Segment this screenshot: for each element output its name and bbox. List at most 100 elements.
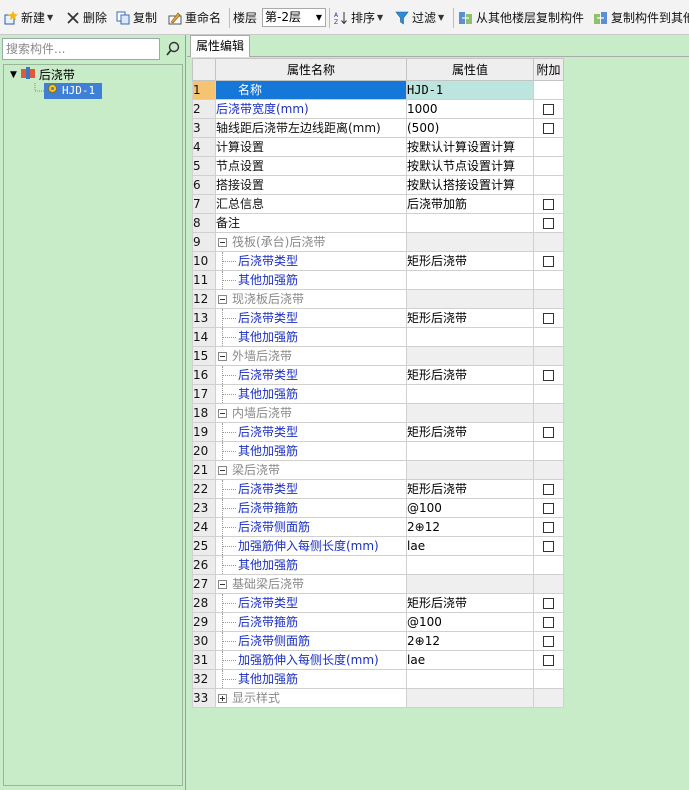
additional-checkbox[interactable] (543, 655, 554, 666)
property-row[interactable]: 4 计算设置 按默认计算设置计算 (192, 137, 564, 157)
group-row[interactable]: 15 外墙后浇带 (192, 346, 564, 366)
copy-button[interactable]: 复制 (116, 9, 157, 27)
property-value[interactable]: 矩形后浇带 (406, 422, 534, 442)
property-value[interactable] (406, 327, 534, 347)
property-row[interactable]: 25 加强筋伸入每侧长度(mm) lae (192, 536, 564, 556)
additional-checkbox[interactable] (543, 598, 554, 609)
rename-button[interactable]: 重命名 (168, 9, 221, 27)
search-button[interactable] (163, 38, 183, 60)
filter-button[interactable]: 过滤 ▼ (395, 9, 444, 27)
property-row[interactable]: 6 搭接设置 按默认搭接设置计算 (192, 175, 564, 195)
property-value[interactable]: 矩形后浇带 (406, 593, 534, 613)
property-value[interactable] (406, 213, 534, 233)
property-value[interactable] (406, 441, 534, 461)
property-value[interactable]: lae (406, 536, 534, 556)
additional-checkbox[interactable] (543, 104, 554, 115)
collapse-icon[interactable] (218, 295, 227, 304)
tree-node-hjd-1[interactable]: HJD-1 (44, 83, 102, 99)
property-value[interactable]: 矩形后浇带 (406, 365, 534, 385)
property-row[interactable]: 32 其他加强筋 (192, 669, 564, 689)
tree-node-post-cast-strip[interactable]: ▼ 后浇带 (10, 67, 75, 83)
property-value[interactable]: 按默认搭接设置计算 (406, 175, 534, 195)
group-row[interactable]: 27 基础梁后浇带 (192, 574, 564, 594)
additional-checkbox[interactable] (543, 218, 554, 229)
property-value[interactable]: 矩形后浇带 (406, 308, 534, 328)
property-value[interactable]: @100 (406, 498, 534, 518)
property-value[interactable]: 2⊕12 (406, 517, 534, 537)
additional-checkbox[interactable] (543, 313, 554, 324)
additional-checkbox[interactable] (543, 370, 554, 381)
property-value[interactable]: 按默认计算设置计算 (406, 137, 534, 157)
group-row[interactable]: 12 现浇板后浇带 (192, 289, 564, 309)
copy-from-floor-button[interactable]: 从其他楼层复制构件 (459, 9, 584, 27)
property-row[interactable]: 11 其他加强筋 (192, 270, 564, 290)
floor-select[interactable]: 第-2层 ▼ (262, 8, 326, 27)
chevron-down-icon[interactable]: ▼ (10, 67, 17, 83)
additional-checkbox[interactable] (543, 541, 554, 552)
property-value[interactable] (406, 270, 534, 290)
property-value[interactable] (406, 555, 534, 575)
property-row[interactable]: 13 后浇带类型 矩形后浇带 (192, 308, 564, 328)
additional-checkbox[interactable] (543, 427, 554, 438)
collapse-icon[interactable] (218, 352, 227, 361)
additional-checkbox[interactable] (543, 256, 554, 267)
property-value[interactable] (406, 384, 534, 404)
property-row[interactable]: 5 节点设置 按默认节点设置计算 (192, 156, 564, 176)
collapse-icon[interactable] (218, 238, 227, 247)
property-row[interactable]: 3 轴线距后浇带左边线距离(mm) (500) (192, 118, 564, 138)
property-row[interactable]: 17 其他加强筋 (192, 384, 564, 404)
property-name: 其他加强筋 (215, 270, 407, 290)
property-row[interactable]: 29 后浇带箍筋 @100 (192, 612, 564, 632)
property-row[interactable]: 28 后浇带类型 矩形后浇带 (192, 593, 564, 613)
copy-to-floor-button[interactable]: 复制构件到其他 (594, 9, 689, 27)
new-button[interactable]: 新建 ▼ (4, 9, 53, 27)
group-row[interactable]: 9 筏板(承台)后浇带 (192, 232, 564, 252)
property-name: 外墙后浇带 (215, 346, 407, 366)
sort-button[interactable]: AZ 排序 ▼ (334, 9, 383, 27)
property-row[interactable]: 22 后浇带类型 矩形后浇带 (192, 479, 564, 499)
property-row[interactable]: 7 汇总信息 后浇带加筋 (192, 194, 564, 214)
property-value[interactable]: 1000 (406, 99, 534, 119)
property-row[interactable]: 1 名称 HJD-1 (192, 80, 564, 100)
property-row[interactable]: 24 后浇带侧面筋 2⊕12 (192, 517, 564, 537)
additional-checkbox[interactable] (543, 123, 554, 134)
gear-icon (47, 83, 58, 99)
collapse-icon[interactable] (218, 580, 227, 589)
property-row[interactable]: 19 后浇带类型 矩形后浇带 (192, 422, 564, 442)
property-value[interactable]: 矩形后浇带 (406, 479, 534, 499)
property-value[interactable]: lae (406, 650, 534, 670)
property-row[interactable]: 2 后浇带宽度(mm) 1000 (192, 99, 564, 119)
group-row[interactable]: 33 显示样式 (192, 688, 564, 708)
search-input[interactable]: 搜索构件... (2, 38, 160, 60)
delete-button[interactable]: 删除 (66, 9, 107, 27)
group-row[interactable]: 18 内墙后浇带 (192, 403, 564, 423)
additional-checkbox[interactable] (543, 636, 554, 647)
property-row[interactable]: 8 备注 (192, 213, 564, 233)
group-row[interactable]: 21 梁后浇带 (192, 460, 564, 480)
property-row[interactable]: 20 其他加强筋 (192, 441, 564, 461)
expand-icon[interactable] (218, 694, 227, 703)
tab-property-editor[interactable]: 属性编辑 (190, 35, 250, 57)
additional-checkbox[interactable] (543, 484, 554, 495)
property-row[interactable]: 30 后浇带侧面筋 2⊕12 (192, 631, 564, 651)
property-row[interactable]: 26 其他加强筋 (192, 555, 564, 575)
property-row[interactable]: 14 其他加强筋 (192, 327, 564, 347)
property-row[interactable]: 10 后浇带类型 矩形后浇带 (192, 251, 564, 271)
additional-checkbox[interactable] (543, 503, 554, 514)
property-value[interactable]: (500) (406, 118, 534, 138)
property-row[interactable]: 31 加强筋伸入每侧长度(mm) lae (192, 650, 564, 670)
property-value[interactable]: @100 (406, 612, 534, 632)
additional-checkbox[interactable] (543, 199, 554, 210)
collapse-icon[interactable] (218, 409, 227, 418)
property-value[interactable]: HJD-1 (406, 80, 534, 100)
property-value[interactable] (406, 669, 534, 689)
property-value[interactable]: 按默认节点设置计算 (406, 156, 534, 176)
property-row[interactable]: 23 后浇带箍筋 @100 (192, 498, 564, 518)
collapse-icon[interactable] (218, 466, 227, 475)
property-value[interactable]: 后浇带加筋 (406, 194, 534, 214)
property-value[interactable]: 2⊕12 (406, 631, 534, 651)
property-value[interactable]: 矩形后浇带 (406, 251, 534, 271)
additional-checkbox[interactable] (543, 522, 554, 533)
additional-checkbox[interactable] (543, 617, 554, 628)
property-row[interactable]: 16 后浇带类型 矩形后浇带 (192, 365, 564, 385)
